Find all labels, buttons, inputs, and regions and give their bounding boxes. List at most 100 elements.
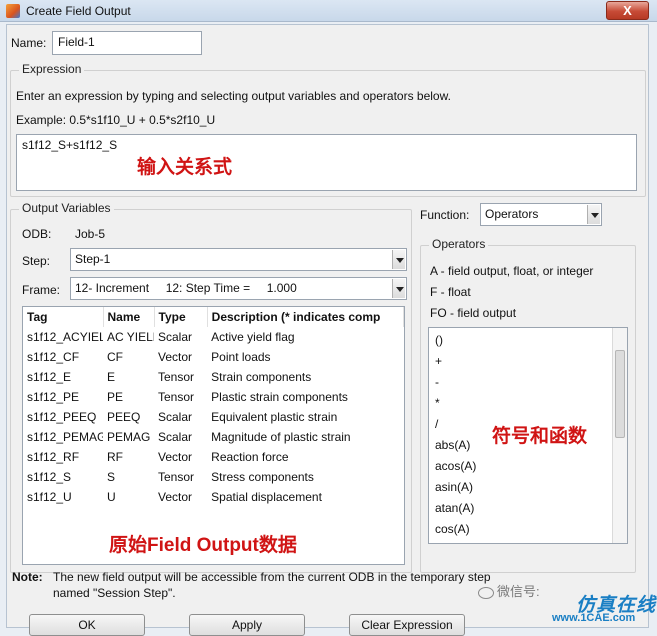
expression-instruction: Enter an expression by typing and select… xyxy=(16,89,451,103)
wechat-watermark: 微信号: xyxy=(478,581,540,600)
wechat-icon xyxy=(478,586,494,599)
table-header-row: Tag Name Type Description (* indicates c… xyxy=(23,307,404,327)
operator-item[interactable]: * xyxy=(429,393,627,414)
cell-tag: s1f12_E xyxy=(27,370,72,384)
table-row[interactable]: s1f12_PE PE Tensor Plastic strain compon… xyxy=(23,387,404,407)
operator-item[interactable]: cos(A) xyxy=(429,519,627,540)
operator-item[interactable]: () xyxy=(429,330,627,351)
site-watermark: www.1CAE.com xyxy=(552,612,636,624)
frame-label: Frame: xyxy=(22,283,61,297)
operator-item[interactable]: acos(A) xyxy=(429,456,627,477)
operators-legend-a: A - field output, float, or integer xyxy=(430,264,594,278)
cell-tag: s1f12_PEEQ xyxy=(27,410,97,424)
operator-item[interactable]: asin(A) xyxy=(429,477,627,498)
cell-description: Point loads xyxy=(211,350,271,364)
column-header-type[interactable]: Type xyxy=(154,307,208,327)
cell-tag: s1f12_U xyxy=(27,490,72,504)
cell-name: CF xyxy=(107,350,123,364)
cell-type: Tensor xyxy=(158,370,195,384)
frame-select[interactable]: 12- Increment 12: Step Time = 1.000 xyxy=(70,277,407,300)
table-row[interactable]: s1f12_S S Tensor Stress components xyxy=(23,467,404,487)
operators-scrollbar[interactable] xyxy=(612,328,627,543)
cell-description: Strain components xyxy=(211,370,312,384)
table-row[interactable]: s1f12_E E Tensor Strain components xyxy=(23,367,404,387)
operator-item[interactable]: atan(A) xyxy=(429,498,627,519)
cell-description: Active yield flag xyxy=(211,330,295,344)
table-row[interactable]: s1f12_CF CF Vector Point loads xyxy=(23,347,404,367)
cell-tag: s1f12_CF xyxy=(27,350,80,364)
operator-item[interactable]: + xyxy=(429,351,627,372)
function-label: Function: xyxy=(420,208,470,222)
odb-label: ODB: xyxy=(22,227,52,241)
chevron-down-icon[interactable] xyxy=(587,205,600,224)
abaqus-app-icon xyxy=(6,4,20,18)
step-label: Step: xyxy=(22,254,51,268)
note-label: Note: xyxy=(12,570,43,584)
cell-name: S xyxy=(107,470,116,484)
cell-type: Vector xyxy=(158,450,193,464)
cell-name: PE xyxy=(107,390,124,404)
operators-group-title: Operators xyxy=(429,237,489,251)
cell-type: Tensor xyxy=(158,470,195,484)
step-select[interactable]: Step-1 xyxy=(70,248,407,271)
cell-type: Vector xyxy=(158,490,193,504)
cell-description: Spatial displacement xyxy=(211,490,322,504)
wechat-label: 微信号: xyxy=(497,584,540,599)
close-button[interactable]: X xyxy=(606,1,649,20)
expression-example: Example: 0.5*s1f10_U + 0.5*s2f10_U xyxy=(16,113,216,127)
cell-description: Stress components xyxy=(211,470,314,484)
function-select-value: Operators xyxy=(485,207,539,221)
name-input[interactable]: Field-1 xyxy=(52,31,202,55)
expression-group-title: Expression xyxy=(19,62,85,76)
table-row[interactable]: s1f12_PEEQ PEEQ Scalar Equivalent plasti… xyxy=(23,407,404,427)
cell-description: Plastic strain components xyxy=(211,390,348,404)
function-select[interactable]: Operators xyxy=(480,203,602,226)
ok-button[interactable]: OK xyxy=(29,614,145,636)
column-header-tag[interactable]: Tag xyxy=(23,307,104,327)
cell-tag: s1f12_RF xyxy=(27,450,80,464)
operator-item[interactable]: - xyxy=(429,372,627,393)
clear-expression-button[interactable]: Clear Expression xyxy=(349,614,465,636)
cell-type: Tensor xyxy=(158,390,195,404)
create-field-output-dialog: Name: Field-1 Expression Enter an expres… xyxy=(6,24,649,636)
column-header-description[interactable]: Description (* indicates comp xyxy=(207,307,404,327)
expression-annotation: 输入关系式 xyxy=(137,157,233,178)
cell-name: PEMAG xyxy=(107,430,151,444)
operators-scroll-thumb[interactable] xyxy=(615,350,625,438)
cell-type: Scalar xyxy=(158,330,193,344)
table-row[interactable]: s1f12_U U Vector Spatial displacement xyxy=(23,487,404,507)
table-row[interactable]: s1f12_PEMAG PEMAG Scalar Magnitude of pl… xyxy=(23,427,404,447)
cell-name: U xyxy=(107,490,116,504)
cell-type: Scalar xyxy=(158,410,193,424)
name-label: Name: xyxy=(11,36,47,50)
cell-name: RF xyxy=(107,450,123,464)
table-row[interactable]: s1f12_RF RF Vector Reaction force xyxy=(23,447,404,467)
chevron-down-icon[interactable] xyxy=(392,279,405,298)
expression-text: s1f12_S+s1f12_S xyxy=(22,138,118,152)
cell-name: PEEQ xyxy=(107,410,141,424)
table-row[interactable]: s1f12_ACYIEL AC YIELD Scalar Active yiel… xyxy=(23,327,404,347)
cell-tag: s1f12_PE xyxy=(27,390,80,404)
output-variables-group-title: Output Variables xyxy=(19,201,114,215)
note-text-line2: named "Session Step". xyxy=(53,586,176,600)
column-header-name[interactable]: Name xyxy=(103,307,155,327)
step-select-value: Step-1 xyxy=(75,252,111,266)
cell-name: E xyxy=(107,370,116,384)
apply-button[interactable]: Apply xyxy=(189,614,305,636)
note-text-line1: The new field output will be accessible … xyxy=(53,570,491,584)
output-variables-table[interactable]: Tag Name Type Description (* indicates c… xyxy=(22,306,405,565)
cell-description: Reaction force xyxy=(211,450,289,464)
chevron-down-icon[interactable] xyxy=(392,250,405,269)
expression-textarea[interactable]: s1f12_S+s1f12_S xyxy=(16,134,637,191)
cell-description: Magnitude of plastic strain xyxy=(211,430,351,444)
operators-legend-f: F - float xyxy=(430,285,471,299)
operators-annotation: 符号和函数 xyxy=(492,426,588,447)
operators-legend-fo: FO - field output xyxy=(430,306,517,320)
odb-value: Job-5 xyxy=(75,227,106,241)
cell-name: AC YIELD xyxy=(107,330,154,344)
frame-select-value: 12- Increment 12: Step Time = 1.000 xyxy=(75,281,297,295)
cell-tag: s1f12_ACYIEL xyxy=(27,330,103,344)
cell-tag: s1f12_S xyxy=(27,470,72,484)
variables-annotation: 原始Field Output数据 xyxy=(109,535,297,556)
cell-type: Scalar xyxy=(158,430,193,444)
